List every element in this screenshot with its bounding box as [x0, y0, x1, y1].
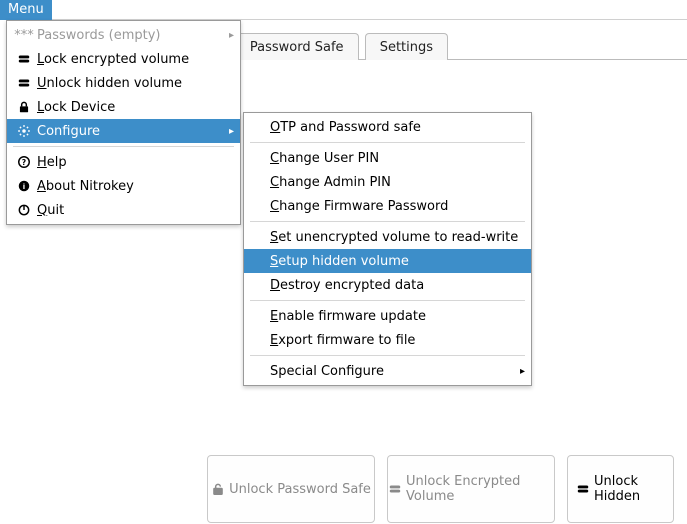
menu-item-label: Unlock hidden volume [37, 76, 182, 91]
menu-separator [13, 146, 234, 147]
menu-item-label: Change Admin PIN [270, 175, 391, 190]
menu-item-label: Lock encrypted volume [37, 52, 189, 67]
menubar: Menu [0, 0, 687, 20]
menu-item-label: Configure [37, 124, 100, 139]
submenu-item-change-firmware-password[interactable]: Change Firmware Password [244, 194, 531, 218]
menu-item-label: Setup hidden volume [270, 254, 409, 269]
menu-item-unlock-hidden[interactable]: Unlock hidden volume [7, 71, 240, 95]
menu-item-label: Help [37, 155, 67, 170]
help-icon: ? [15, 155, 33, 169]
button-label: Unlock Hidden [594, 474, 673, 504]
drive-icon [388, 482, 402, 496]
menu-item-quit[interactable]: Quit [7, 198, 240, 222]
menu-item-label: About Nitrokey [37, 179, 134, 194]
menu-item-label: Special Configure [270, 364, 384, 379]
unlock-icon [211, 482, 225, 496]
menu-item-lock-encrypted[interactable]: Lock encrypted volume [7, 47, 240, 71]
submenu-item-export-firmware[interactable]: Export firmware to file [244, 328, 531, 352]
chevron-right-icon: ▸ [520, 366, 525, 377]
drive-icon [15, 76, 33, 90]
menu-item-label: Enable firmware update [270, 309, 426, 324]
menu-separator [250, 142, 525, 143]
menu-separator [250, 221, 525, 222]
tab-password-safe[interactable]: Password Safe [235, 33, 359, 60]
tab-settings[interactable]: Settings [365, 33, 448, 60]
menu-item-label: Change User PIN [270, 151, 379, 166]
drive-icon [15, 52, 33, 66]
menu-item-label: OTP and Password safe [270, 120, 421, 135]
menu-item-label: Passwords (empty) [37, 28, 160, 43]
main-menu: *** Passwords (empty) ▸ Lock encrypted v… [6, 20, 241, 225]
menu-item-label: Change Firmware Password [270, 199, 448, 214]
menu-item-label: Set unencrypted volume to read-write [270, 230, 518, 245]
asterisk-icon: *** [15, 28, 33, 43]
unlock-encrypted-volume-button[interactable]: Unlock Encrypted Volume [387, 455, 555, 523]
menu-item-label: Lock Device [37, 100, 115, 115]
menu-item-lock-device[interactable]: Lock Device [7, 95, 240, 119]
chevron-right-icon: ▸ [229, 126, 234, 137]
submenu-item-setup-hidden-volume[interactable]: Setup hidden volume [244, 249, 531, 273]
submenu-item-enable-firmware-update[interactable]: Enable firmware update [244, 304, 531, 328]
menu-item-help[interactable]: ? Help [7, 150, 240, 174]
submenu-item-change-user-pin[interactable]: Change User PIN [244, 146, 531, 170]
submenu-item-destroy-encrypted[interactable]: Destroy encrypted data [244, 273, 531, 297]
menu-item-label: Destroy encrypted data [270, 278, 424, 293]
button-label: Unlock Encrypted Volume [406, 474, 554, 504]
submenu-item-special-configure[interactable]: Special Configure ▸ [244, 359, 531, 383]
lock-icon [15, 100, 33, 114]
submenu-item-set-unencrypted-rw[interactable]: Set unencrypted volume to read-write [244, 225, 531, 249]
submenu-item-change-admin-pin[interactable]: Change Admin PIN [244, 170, 531, 194]
svg-text:?: ? [22, 158, 26, 167]
svg-text:i: i [23, 183, 25, 191]
menu-item-passwords[interactable]: *** Passwords (empty) ▸ [7, 23, 240, 47]
submenu-item-otp-password-safe[interactable]: OTP and Password safe [244, 115, 531, 139]
menu-button[interactable]: Menu [0, 0, 52, 20]
menu-separator [250, 300, 525, 301]
menu-item-about[interactable]: i About Nitrokey [7, 174, 240, 198]
info-icon: i [15, 179, 33, 193]
unlock-password-safe-button[interactable]: Unlock Password Safe [207, 455, 375, 523]
menu-item-label: Quit [37, 203, 64, 218]
gear-icon [15, 124, 33, 138]
unlock-hidden-volume-button[interactable]: Unlock Hidden [567, 455, 674, 523]
menu-separator [250, 355, 525, 356]
bottom-button-row: Unlock Password Safe Unlock Encrypted Vo… [207, 455, 687, 523]
power-icon [15, 203, 33, 217]
configure-submenu: OTP and Password safe Change User PIN Ch… [243, 112, 532, 386]
menu-item-configure[interactable]: Configure ▸ [7, 119, 240, 143]
chevron-right-icon: ▸ [229, 30, 234, 41]
drive-icon [576, 482, 590, 496]
button-label: Unlock Password Safe [229, 482, 371, 497]
menu-item-label: Export firmware to file [270, 333, 415, 348]
